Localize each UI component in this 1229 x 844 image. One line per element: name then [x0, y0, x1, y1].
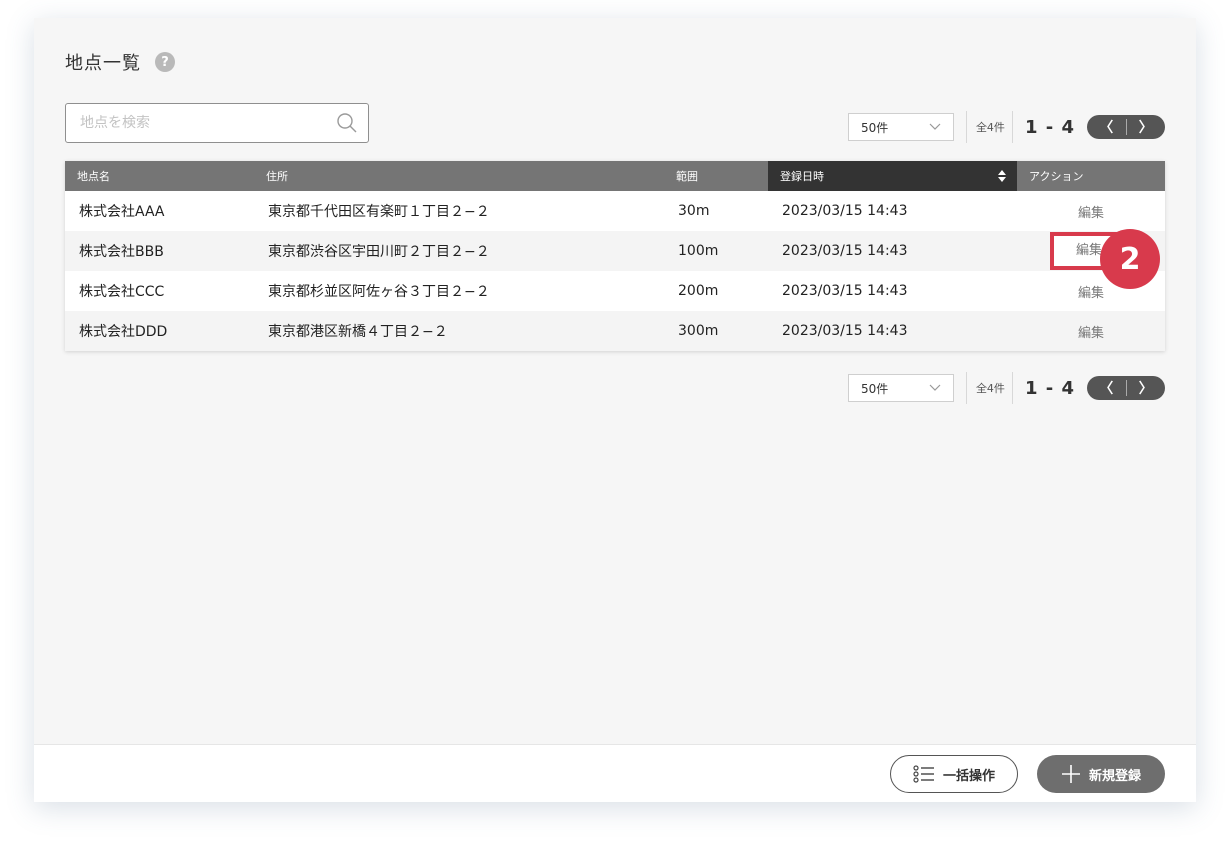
bulk-action-label: 一括操作	[942, 768, 995, 784]
pager-nav: 〈 〉	[1087, 376, 1165, 400]
main-window: 地点一覧 ? 50件 全4件 1 - 4 〈 〉	[34, 18, 1196, 802]
column-header-action: アクション	[1017, 161, 1165, 191]
cell-action: 編集	[1017, 311, 1165, 351]
table-header-row: 地点名 住所 範囲 登録日時 アクション	[65, 161, 1165, 191]
cell-range: 30m	[678, 203, 710, 219]
column-header-registered-label: 登録日時	[780, 170, 824, 183]
total-count: 全4件	[975, 382, 1005, 395]
divider	[965, 372, 967, 404]
edit-link[interactable]: 編集	[1078, 322, 1104, 341]
chevron-down-icon	[929, 123, 941, 130]
title-row: 地点一覧 ?	[65, 50, 175, 74]
sort-icon[interactable]	[997, 169, 1007, 183]
next-page-button[interactable]: 〉	[1127, 115, 1166, 139]
pager-nav: 〈 〉	[1087, 115, 1165, 139]
total-count: 全4件	[975, 121, 1005, 134]
pagination-top: 50件 全4件 1 - 4 〈 〉	[847, 111, 1165, 143]
next-page-button[interactable]: 〉	[1127, 376, 1166, 400]
bulk-action-button[interactable]: 一括操作	[890, 755, 1018, 793]
cell-range: 300m	[664, 311, 768, 351]
cell-address: 東京都渋谷区宇田川町２丁目２−２	[254, 231, 664, 271]
list-icon	[913, 765, 934, 783]
search-box[interactable]	[65, 103, 369, 143]
table-row: 株式会社DDD 東京都港区新橋４丁目２−２ 300m 2023/03/15 14…	[65, 311, 1165, 351]
cell-address: 東京都港区新橋４丁目２−２	[254, 311, 664, 351]
cell-name: 株式会社BBB	[65, 231, 254, 271]
search-input[interactable]	[66, 104, 316, 142]
per-page-value: 50件	[860, 120, 889, 135]
new-registration-button[interactable]: 新規登録	[1037, 755, 1165, 793]
column-header-name[interactable]: 地点名	[65, 161, 254, 191]
chevron-down-icon	[929, 384, 941, 391]
per-page-select[interactable]: 50件	[847, 113, 954, 141]
edit-link[interactable]: 編集	[1078, 202, 1104, 221]
search-icon[interactable]	[336, 112, 358, 134]
cell-range: 200m	[678, 283, 719, 299]
cell-registered: 2023/03/15 14:43	[782, 203, 908, 219]
per-page-select[interactable]: 50件	[847, 374, 954, 402]
divider	[965, 111, 967, 143]
cell-name: 株式会社AAA	[79, 204, 165, 220]
cell-name: 株式会社DDD	[65, 311, 254, 351]
pagination-bottom: 50件 全4件 1 - 4 〈 〉	[847, 372, 1165, 404]
cell-registered: 2023/03/15 14:43	[782, 283, 908, 299]
table-row: 株式会社BBB 東京都渋谷区宇田川町２丁目２−２ 100m 2023/03/15…	[65, 231, 1165, 271]
divider	[1011, 372, 1013, 404]
prev-page-button[interactable]: 〈	[1087, 115, 1126, 139]
per-page-value: 50件	[860, 381, 889, 396]
table-row: 株式会社AAA 東京都千代田区有楽町１丁目２−２ 30m 2023/03/15 …	[65, 191, 1165, 231]
cell-range: 100m	[664, 231, 768, 271]
column-header-range[interactable]: 範囲	[664, 161, 768, 191]
column-header-address[interactable]: 住所	[254, 161, 664, 191]
page-range: 1 - 4	[1024, 377, 1075, 399]
divider	[1011, 111, 1013, 143]
column-header-registered[interactable]: 登録日時	[768, 161, 1017, 191]
help-icon[interactable]: ?	[155, 52, 175, 72]
plus-icon	[1061, 765, 1080, 783]
step-callout-badge: 2	[1100, 229, 1160, 289]
new-registration-label: 新規登録	[1088, 768, 1141, 784]
cell-name: 株式会社CCC	[79, 284, 165, 300]
cell-registered: 2023/03/15 14:43	[768, 231, 1017, 271]
cell-registered: 2023/03/15 14:43	[768, 311, 1017, 351]
cell-action: 編集	[1017, 191, 1165, 231]
cell-address: 東京都杉並区阿佐ヶ谷３丁目２−２	[268, 284, 490, 300]
footer-bar: 一括操作 新規登録	[34, 744, 1196, 802]
page-range: 1 - 4	[1024, 116, 1075, 138]
table-row: 株式会社CCC 東京都杉並区阿佐ヶ谷３丁目２−２ 200m 2023/03/15…	[65, 271, 1165, 311]
cell-address: 東京都千代田区有楽町１丁目２−２	[268, 204, 490, 220]
locations-table: 地点名 住所 範囲 登録日時 アクション 株式会社AAA 東京都千代田区有楽町１…	[65, 161, 1165, 351]
page-title: 地点一覧	[65, 53, 141, 74]
edit-link[interactable]: 編集	[1078, 282, 1104, 301]
prev-page-button[interactable]: 〈	[1087, 376, 1126, 400]
